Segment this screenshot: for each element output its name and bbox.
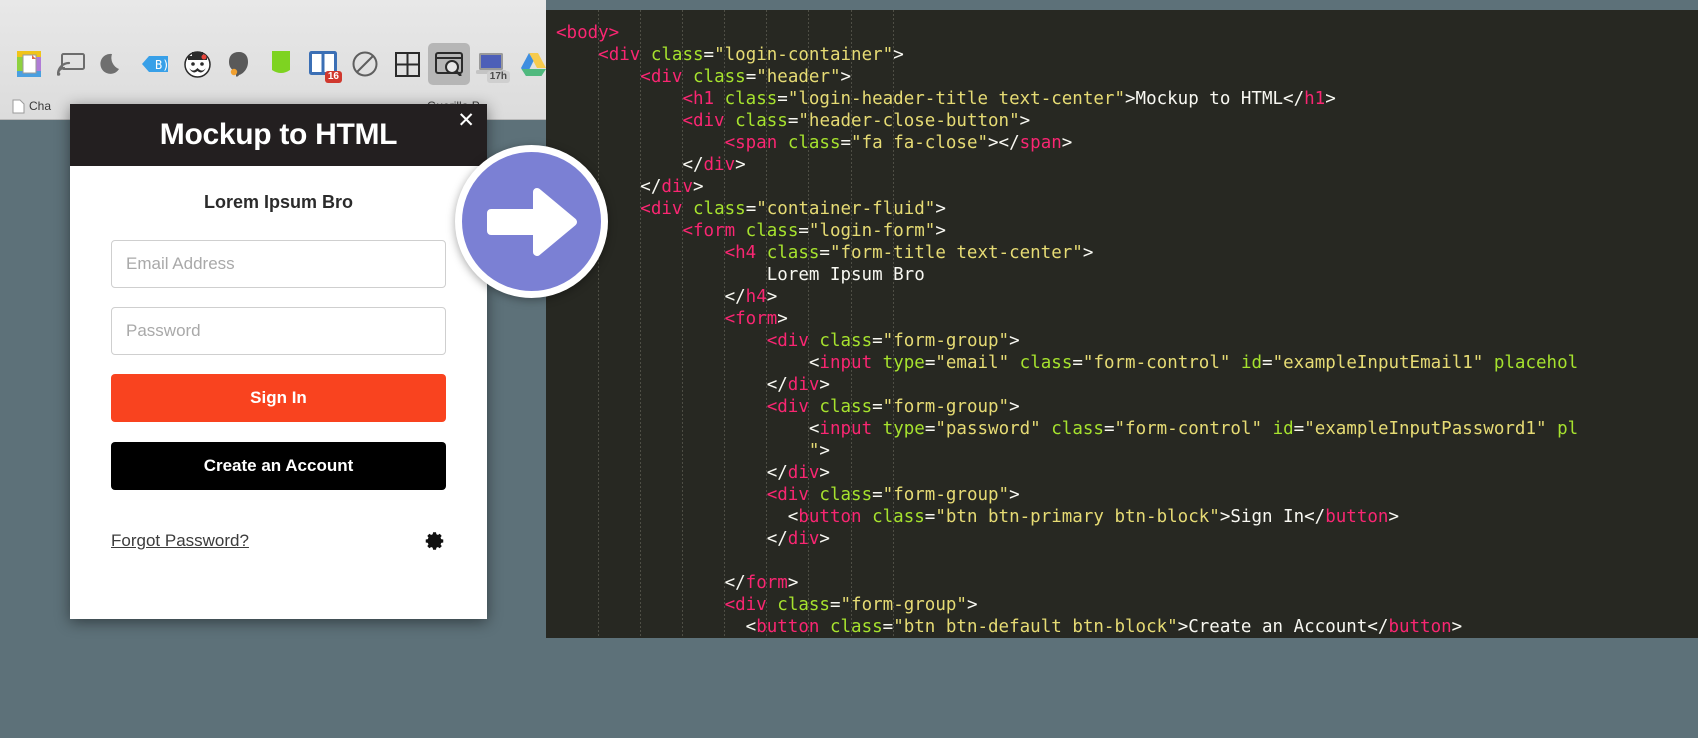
gear-icon[interactable] bbox=[424, 530, 446, 552]
email-field[interactable] bbox=[111, 240, 446, 288]
code-line: <input type="email" class="form-control"… bbox=[808, 353, 1579, 373]
code-line: <h4 class="form-title text-center"> bbox=[724, 243, 1094, 263]
code-line: </div> bbox=[766, 529, 830, 549]
code-line: <button class="btn btn-primary btn-block… bbox=[787, 507, 1399, 527]
code-line: <span class="fa fa-close"></span> bbox=[724, 133, 1073, 153]
code-line: <div class="form-group"> bbox=[766, 485, 1020, 505]
form-title: Lorem Ipsum Bro bbox=[203, 192, 354, 212]
code-line: </div> bbox=[640, 177, 704, 197]
modal-footer: Forgot Password? bbox=[70, 510, 487, 552]
code-line: </div> bbox=[682, 155, 746, 175]
panels-icon[interactable]: 16 bbox=[302, 43, 344, 85]
login-modal: Mockup to HTML ✕ Lorem Ipsum Bro Sign In… bbox=[70, 104, 487, 619]
code-line: </div> bbox=[766, 375, 830, 395]
slash-circle-icon[interactable] bbox=[344, 43, 386, 85]
code-line: <div class="login-container"> bbox=[598, 45, 904, 65]
laptop-time-badge: 17h bbox=[486, 71, 510, 83]
code-line: </h4> bbox=[724, 287, 778, 307]
code-line: <div class="header"> bbox=[640, 67, 852, 87]
browser-chrome: B) 16 17h Cha bbox=[0, 0, 546, 120]
code-line: <div class="form-group"> bbox=[766, 331, 1020, 351]
arrow-right-icon bbox=[486, 187, 577, 256]
grid-icon[interactable] bbox=[386, 43, 428, 85]
create-account-button[interactable]: Create an Account bbox=[111, 442, 446, 490]
bookmark-tag-icon[interactable]: B) bbox=[134, 43, 176, 85]
code-line: <h1 class="login-header-title text-cente… bbox=[682, 89, 1336, 109]
code-line: <div class="form-group"> bbox=[766, 397, 1020, 417]
svg-text:B): B) bbox=[155, 58, 169, 72]
code-line: <body> bbox=[556, 23, 620, 43]
code-line: <form class="login-form"> bbox=[682, 221, 946, 241]
night-mode-moon-icon[interactable] bbox=[92, 43, 134, 85]
extension-toolbar: B) 16 17h bbox=[0, 38, 546, 90]
sign-in-button[interactable]: Sign In bbox=[111, 374, 446, 422]
page-icon bbox=[12, 99, 25, 113]
evernote-clipper-icon[interactable] bbox=[8, 43, 50, 85]
page-title: Mockup to HTML bbox=[159, 118, 398, 151]
code-line: <div class="container-fluid"> bbox=[640, 199, 946, 219]
arrow-right-badge bbox=[455, 145, 608, 298]
code-line: <div class="form-group"> bbox=[724, 595, 978, 615]
code-line: </div> bbox=[766, 463, 830, 483]
code-line: Lorem Ipsum Bro bbox=[556, 265, 925, 285]
forgot-password-link[interactable]: Forgot Password? bbox=[111, 531, 249, 551]
password-field[interactable] bbox=[111, 307, 446, 355]
window-search-icon[interactable] bbox=[428, 43, 470, 85]
code-line: <div class="header-close-button"> bbox=[682, 111, 1031, 131]
modal-header: Mockup to HTML ✕ bbox=[70, 104, 487, 166]
evernote-elephant-icon[interactable] bbox=[218, 43, 260, 85]
mustache-avatar-icon[interactable] bbox=[176, 43, 218, 85]
code-line: </form> bbox=[724, 573, 799, 593]
code-editor[interactable]: <body> <div class="login-container"> <di… bbox=[546, 10, 1698, 638]
screen-cast-icon[interactable] bbox=[50, 43, 92, 85]
bookmark-label: Cha bbox=[29, 99, 52, 113]
code-lines: <body> <div class="login-container"> <di… bbox=[556, 22, 1698, 638]
green-flag-icon[interactable] bbox=[260, 43, 302, 85]
close-icon[interactable]: ✕ bbox=[457, 110, 475, 131]
code-line: <input type="password" class="form-contr… bbox=[808, 419, 1579, 439]
google-drive-icon[interactable] bbox=[512, 43, 546, 85]
laptop-time-icon[interactable]: 17h bbox=[470, 43, 512, 85]
code-line: <form> bbox=[724, 309, 788, 329]
panels-badge: 16 bbox=[324, 71, 342, 83]
code-line: "> bbox=[808, 441, 830, 461]
modal-body: Lorem Ipsum Bro Sign In Create an Accoun… bbox=[70, 166, 487, 490]
code-line: <button class="btn btn-default btn-block… bbox=[745, 617, 1463, 637]
bookmark-item[interactable]: Cha bbox=[12, 99, 51, 114]
